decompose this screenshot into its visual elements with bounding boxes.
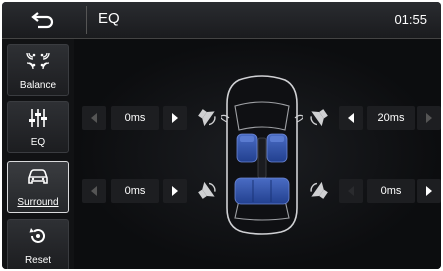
car-top-view (221, 75, 303, 235)
front-left-decrease-button[interactable] (82, 106, 106, 130)
left-arrow-icon (91, 113, 97, 123)
sidebar-item-label: EQ (30, 137, 46, 148)
rear-right-decrease-button[interactable] (339, 179, 363, 203)
sidebar-item-balance[interactable]: Balance (7, 44, 69, 96)
balance-icon (26, 52, 50, 69)
front-left-delay-value: 0ms (111, 106, 159, 130)
sidebar-item-label: Balance (19, 80, 57, 91)
rear-seats (234, 177, 290, 205)
back-arrow-icon (31, 12, 54, 29)
front-right-increase-button[interactable] (417, 106, 441, 130)
sidebar-item-eq[interactable]: EQ (7, 101, 69, 153)
rear-left-increase-button[interactable] (163, 179, 187, 203)
divider (86, 6, 87, 34)
surround-panel: 0ms 0ms 20ms 0ms (75, 39, 441, 269)
left-arrow-icon (348, 113, 354, 123)
rear-left-decrease-button[interactable] (82, 179, 106, 203)
right-arrow-icon (172, 113, 178, 123)
left-arrow-icon (91, 186, 97, 196)
clock: 01:55 (394, 12, 427, 27)
right-arrow-icon (426, 186, 432, 196)
front-left-increase-button[interactable] (163, 106, 187, 130)
front-left-speaker-icon (198, 109, 216, 127)
right-arrow-icon (426, 113, 432, 123)
reset-icon (29, 228, 45, 243)
car-icon (28, 169, 48, 184)
page-title: EQ (98, 10, 120, 27)
screen: EQ 01:55 Balance EQ Surround Reset 0ms 0… (2, 2, 441, 269)
rear-right-increase-button[interactable] (417, 179, 441, 203)
left-arrow-icon (348, 186, 354, 196)
sidebar-item-label: Surround (17, 197, 59, 208)
sidebar-item-label: Reset (24, 255, 52, 266)
rear-right-speaker-icon (310, 181, 328, 199)
back-button[interactable] (12, 5, 74, 35)
eq-sliders-icon (29, 109, 47, 127)
front-right-delay-value: 20ms (367, 106, 415, 130)
top-bar: EQ 01:55 (2, 2, 441, 39)
sidebar-item-surround[interactable]: Surround (7, 161, 69, 213)
right-arrow-icon (172, 186, 178, 196)
front-right-decrease-button[interactable] (339, 106, 363, 130)
rear-left-delay-value: 0ms (111, 179, 159, 203)
rear-left-speaker-icon (198, 181, 216, 199)
rear-right-delay-value: 0ms (367, 179, 415, 203)
front-right-speaker-icon (310, 109, 328, 127)
sidebar-item-reset[interactable]: Reset (7, 219, 69, 269)
sidebar: Balance EQ Surround Reset (2, 39, 74, 269)
